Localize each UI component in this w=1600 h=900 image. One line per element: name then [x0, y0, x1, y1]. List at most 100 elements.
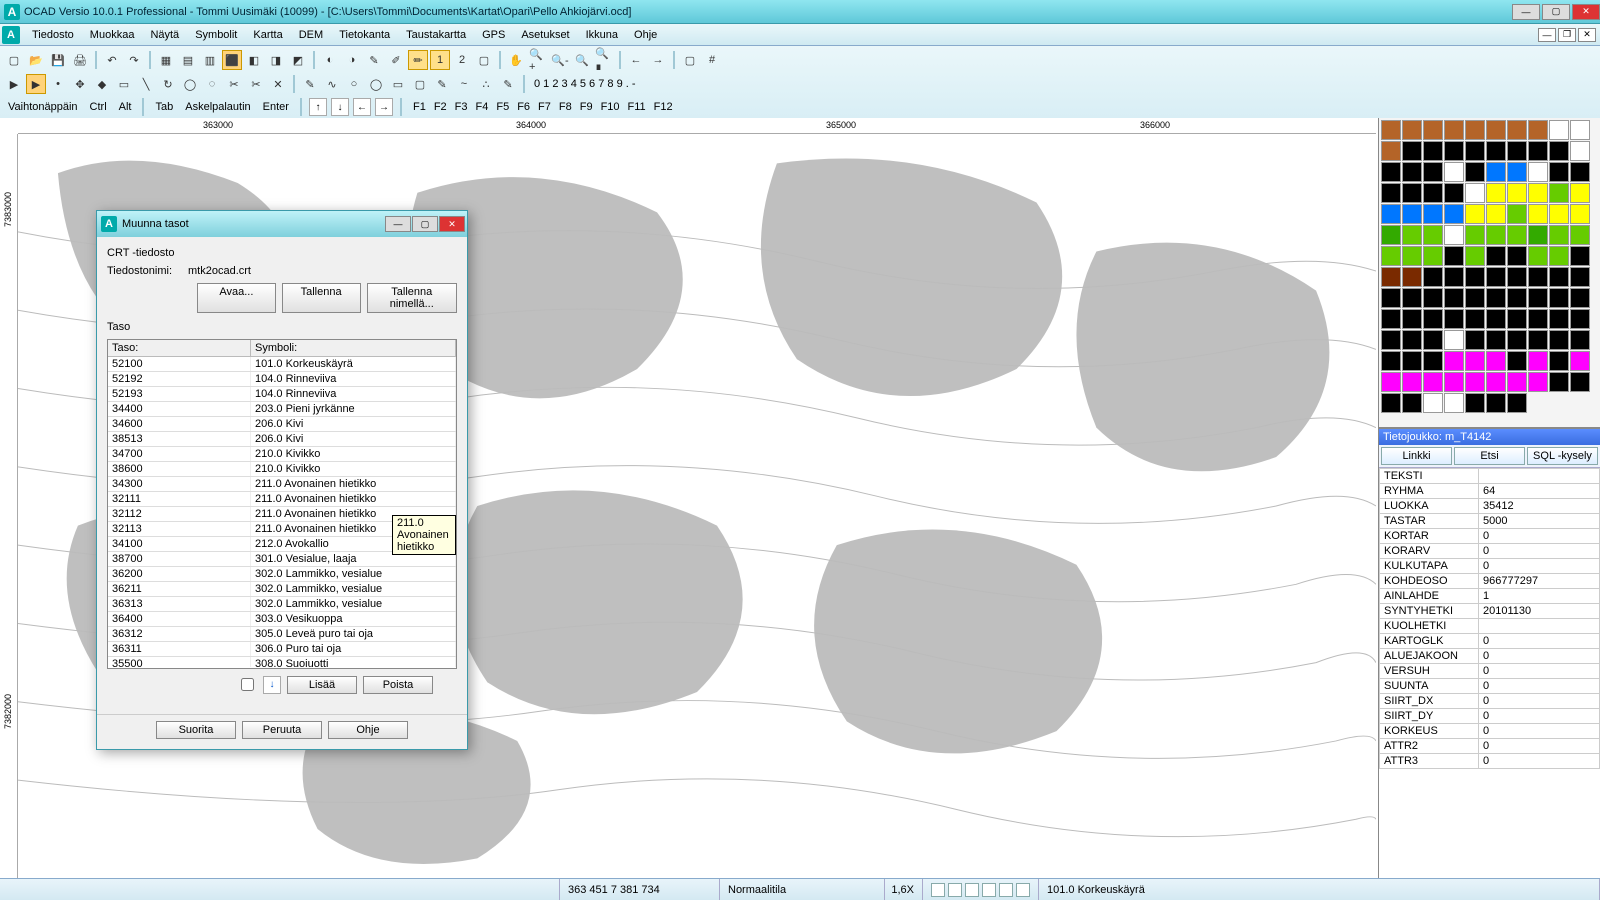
- db-value[interactable]: 0: [1479, 664, 1600, 679]
- zoom-full-icon[interactable]: 🔍: [572, 50, 592, 70]
- symbol-cell[interactable]: [1507, 288, 1527, 308]
- symbol-cell[interactable]: [1423, 330, 1443, 350]
- symbol-cell[interactable]: [1486, 351, 1506, 371]
- grid-row[interactable]: 36311306.0 Puro tai oja: [108, 642, 456, 657]
- open-icon[interactable]: 📂: [26, 50, 46, 70]
- symbol-cell[interactable]: [1444, 372, 1464, 392]
- symbol-cell[interactable]: [1423, 246, 1443, 266]
- symbol-cell[interactable]: [1381, 120, 1401, 140]
- symbol-cell[interactable]: [1486, 183, 1506, 203]
- symbol-cell[interactable]: [1423, 267, 1443, 287]
- symbol-cell[interactable]: [1381, 351, 1401, 371]
- symbol-cell[interactable]: [1402, 267, 1422, 287]
- draw-c-icon[interactable]: ○: [344, 74, 364, 94]
- tool-selected[interactable]: ⬛: [222, 50, 242, 70]
- symbol-cell[interactable]: [1549, 162, 1569, 182]
- symbol-cell[interactable]: [1528, 204, 1548, 224]
- close-button[interactable]: ✕: [1572, 4, 1600, 20]
- draw-d-icon[interactable]: ◯: [366, 74, 386, 94]
- saveas-button[interactable]: Tallenna nimellä...: [367, 283, 458, 313]
- grid-row[interactable]: 35500308.0 Suojuotti: [108, 657, 456, 667]
- db-row[interactable]: RYHMA64: [1380, 484, 1600, 499]
- symbol-cell[interactable]: [1444, 162, 1464, 182]
- bright-icon[interactable]: ◑: [342, 50, 362, 70]
- symbol-cell[interactable]: [1549, 183, 1569, 203]
- menu-tietokanta[interactable]: Tietokanta: [331, 27, 398, 43]
- move-icon[interactable]: ✥: [70, 74, 90, 94]
- symbol-cell[interactable]: [1528, 372, 1548, 392]
- line-icon[interactable]: ╲: [136, 74, 156, 94]
- db-row[interactable]: TASTAR5000: [1380, 514, 1600, 529]
- new-icon[interactable]: ▢: [4, 50, 24, 70]
- save-icon[interactable]: 💾: [48, 50, 68, 70]
- symbol-cell[interactable]: [1402, 141, 1422, 161]
- db-row[interactable]: ATTR30: [1380, 754, 1600, 769]
- pan-icon[interactable]: ✋: [506, 50, 526, 70]
- symbol-cell[interactable]: [1486, 309, 1506, 329]
- arrow-up[interactable]: ↑: [309, 98, 327, 116]
- draw1-icon[interactable]: ✎: [364, 50, 384, 70]
- mdi-minimize[interactable]: —: [1538, 28, 1556, 42]
- symbol-cell[interactable]: [1402, 246, 1422, 266]
- symbol-cell[interactable]: [1507, 309, 1527, 329]
- menu-ikkuna[interactable]: Ikkuna: [578, 27, 626, 43]
- symbol-cell[interactable]: [1549, 267, 1569, 287]
- symbol-cell[interactable]: [1444, 267, 1464, 287]
- circ-icon[interactable]: ◯: [180, 74, 200, 94]
- symbol-cell[interactable]: [1381, 183, 1401, 203]
- db-value[interactable]: 1: [1479, 589, 1600, 604]
- symbol-cell[interactable]: [1465, 225, 1485, 245]
- symbol-cell[interactable]: [1423, 351, 1443, 371]
- symbol-cell[interactable]: [1423, 183, 1443, 203]
- symbol-cell[interactable]: [1486, 225, 1506, 245]
- symbol-cell[interactable]: [1549, 120, 1569, 140]
- grid-row[interactable]: 34700210.0 Kivikko: [108, 447, 456, 462]
- menu-asetukset[interactable]: Asetukset: [513, 27, 577, 43]
- play-icon[interactable]: ▶: [4, 74, 24, 94]
- symbol-cell[interactable]: [1570, 288, 1590, 308]
- grid-icon[interactable]: ▤: [178, 50, 198, 70]
- symbol-cell[interactable]: [1507, 141, 1527, 161]
- db-value[interactable]: 0: [1479, 559, 1600, 574]
- tool-2[interactable]: ◧: [244, 50, 264, 70]
- symbol-cell[interactable]: [1486, 141, 1506, 161]
- symbol-cell[interactable]: [1381, 288, 1401, 308]
- draw-e-icon[interactable]: ▭: [388, 74, 408, 94]
- frame-icon[interactable]: ▢: [680, 50, 700, 70]
- symbol-cell[interactable]: [1423, 372, 1443, 392]
- symbol-cell[interactable]: [1381, 225, 1401, 245]
- symbol-cell[interactable]: [1549, 204, 1569, 224]
- symbol-cell[interactable]: [1549, 225, 1569, 245]
- symbol-cell[interactable]: [1402, 372, 1422, 392]
- db-row[interactable]: KARTOGLK0: [1380, 634, 1600, 649]
- select-icon[interactable]: ▶: [26, 74, 46, 94]
- open-button[interactable]: Avaa...: [197, 283, 276, 313]
- db-value[interactable]: 5000: [1479, 514, 1600, 529]
- symbol-cell[interactable]: [1444, 225, 1464, 245]
- draw-a-icon[interactable]: ✎: [300, 74, 320, 94]
- menu-taustakartta[interactable]: Taustakartta: [398, 27, 474, 43]
- db-row[interactable]: ATTR20: [1380, 739, 1600, 754]
- db-row[interactable]: TEKSTI: [1380, 469, 1600, 484]
- layer-grid[interactable]: Taso: Symboli: 52100101.0 Korkeuskäyrä52…: [107, 339, 457, 669]
- rect-icon[interactable]: ▭: [114, 74, 134, 94]
- grid-row[interactable]: 52192104.0 Rinneviiva: [108, 372, 456, 387]
- db-row[interactable]: KORKEUS0: [1380, 724, 1600, 739]
- help-button[interactable]: Ohje: [328, 721, 408, 739]
- grid-row[interactable]: 32113211.0 Avonainen hietikko: [108, 522, 456, 537]
- symbol-cell[interactable]: [1486, 162, 1506, 182]
- menu-muokkaa[interactable]: Muokkaa: [82, 27, 143, 43]
- symbol-cell[interactable]: [1444, 120, 1464, 140]
- run-button[interactable]: Suorita: [156, 721, 236, 739]
- symbol-cell[interactable]: [1444, 204, 1464, 224]
- symbol-cell[interactable]: [1570, 330, 1590, 350]
- grid-row[interactable]: 52100101.0 Korkeuskäyrä: [108, 357, 456, 372]
- add-button[interactable]: Lisää: [287, 676, 357, 694]
- symbol-cell[interactable]: [1465, 120, 1485, 140]
- symbol-cell[interactable]: [1570, 267, 1590, 287]
- mode-2[interactable]: 2: [452, 50, 472, 70]
- db-link-button[interactable]: Linkki: [1381, 447, 1452, 465]
- mdi-close[interactable]: ✕: [1578, 28, 1596, 42]
- draw-h-icon[interactable]: ~: [454, 74, 474, 94]
- symbol-cell[interactable]: [1528, 246, 1548, 266]
